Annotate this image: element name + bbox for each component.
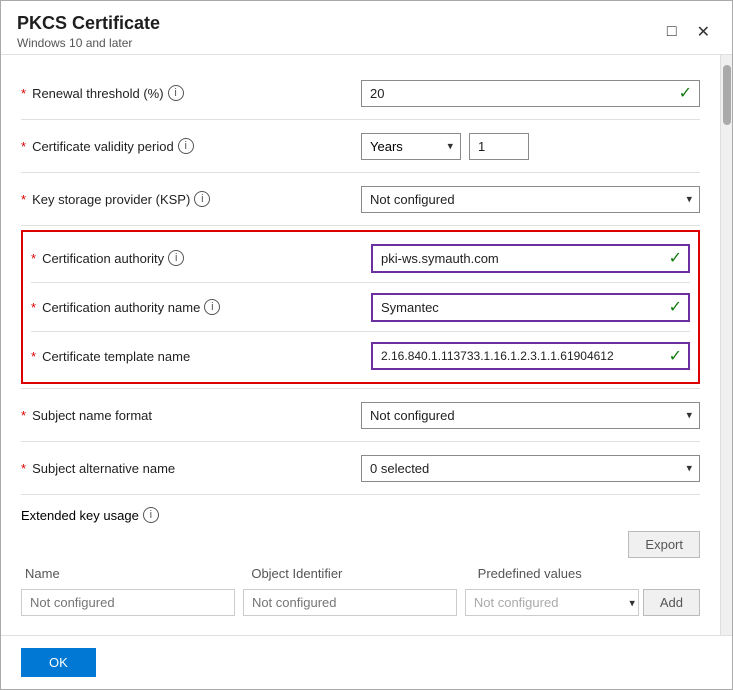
predefined-select-wrapper: Not configured ▾ [465, 589, 639, 616]
validity-value-input[interactable] [469, 133, 529, 160]
renewal-threshold-input-wrapper: ✓ [361, 80, 700, 107]
name-input[interactable] [21, 589, 235, 616]
validity-period-control: Years Months Days ▾ [361, 133, 700, 160]
renewal-threshold-label: * Renewal threshold (%) i [21, 85, 361, 101]
minimize-button[interactable]: □ [661, 21, 683, 43]
dialog-title: PKCS Certificate [17, 13, 160, 34]
extended-key-header: Extended key usage i [21, 503, 700, 527]
export-row: Export [21, 527, 700, 562]
subject-name-control: Not configured ▾ [361, 402, 700, 429]
scrollbar-thumb[interactable] [723, 65, 731, 125]
validity-unit-select[interactable]: Years Months Days [361, 133, 461, 160]
title-bar-left: PKCS Certificate Windows 10 and later [17, 13, 160, 50]
required-star: * [21, 86, 26, 101]
required-star2: * [21, 139, 26, 154]
cert-authority-control: ✓ [371, 244, 690, 273]
subject-name-row: * Subject name format Not configured ▾ [21, 393, 700, 437]
ksp-info-icon[interactable]: i [194, 191, 210, 207]
extended-key-info-icon[interactable]: i [143, 507, 159, 523]
subject-alt-select-wrapper: 0 selected ▾ [361, 455, 700, 482]
ksp-select[interactable]: Not configured [361, 186, 700, 213]
table-input-row: Not configured ▾ Add [21, 585, 700, 620]
subject-alt-select[interactable]: 0 selected [361, 455, 700, 482]
subject-alt-row: * Subject alternative name 0 selected ▾ [21, 446, 700, 490]
cert-template-input[interactable] [371, 342, 690, 370]
pkcs-certificate-dialog: PKCS Certificate Windows 10 and later □ … [0, 0, 733, 690]
validity-unit-wrapper: Years Months Days ▾ [361, 133, 461, 160]
ok-button[interactable]: OK [21, 648, 96, 677]
cert-authority-name-row: * Certification authority name i ✓ [31, 287, 690, 327]
ksp-label: * Key storage provider (KSP) i [21, 191, 361, 207]
cert-template-row: * Certificate template name ✓ [31, 336, 690, 376]
title-bar-controls: □ ✕ [661, 20, 716, 44]
required-star8: * [21, 461, 26, 476]
validity-period-row: * Certificate validity period i Years Mo… [21, 124, 700, 168]
object-id-input[interactable] [243, 589, 457, 616]
predefined-wrapper: Not configured ▾ Add [465, 589, 700, 616]
close-button[interactable]: ✕ [691, 20, 716, 44]
form-area: * Renewal threshold (%) i ✓ [21, 71, 700, 624]
renewal-threshold-row: * Renewal threshold (%) i ✓ [21, 71, 700, 115]
ksp-control: Not configured ▾ [361, 186, 700, 213]
validity-row: Years Months Days ▾ [361, 133, 700, 160]
cert-authority-row: * Certification authority i ✓ [31, 238, 690, 278]
cert-authority-name-control: ✓ [371, 293, 690, 322]
export-button[interactable]: Export [628, 531, 700, 558]
form-content: * Renewal threshold (%) i ✓ [1, 55, 720, 635]
cert-authority-name-label: * Certification authority name i [31, 299, 371, 315]
renewal-threshold-input[interactable] [361, 80, 700, 107]
cert-authority-checkmark: ✓ [669, 248, 682, 268]
subject-name-select-wrapper: Not configured ▾ [361, 402, 700, 429]
cert-authority-name-checkmark: ✓ [669, 297, 682, 317]
required-star3: * [21, 192, 26, 207]
required-star6: * [31, 349, 36, 364]
validity-info-icon[interactable]: i [178, 138, 194, 154]
predefined-col-header: Predefined values [474, 566, 700, 581]
cert-authority-input-wrapper: ✓ [371, 244, 690, 273]
required-star7: * [21, 408, 26, 423]
renewal-info-icon[interactable]: i [168, 85, 184, 101]
add-button[interactable]: Add [643, 589, 700, 616]
cert-template-input-wrapper: ✓ [371, 342, 690, 370]
object-id-col-header: Object Identifier [247, 566, 473, 581]
cert-authority-input[interactable] [371, 244, 690, 273]
scrollbar[interactable] [720, 55, 732, 635]
table-header: Name Object Identifier Predefined values [21, 562, 700, 585]
name-col-header: Name [21, 566, 247, 581]
cert-authority-name-input[interactable] [371, 293, 690, 322]
required-star5: * [31, 300, 36, 315]
cert-authority-label: * Certification authority i [31, 250, 371, 266]
ksp-row: * Key storage provider (KSP) i Not confi… [21, 177, 700, 221]
subject-name-label: * Subject name format [21, 408, 361, 423]
cert-authority-name-input-wrapper: ✓ [371, 293, 690, 322]
cert-template-control: ✓ [371, 342, 690, 370]
title-bar: PKCS Certificate Windows 10 and later □ … [1, 1, 732, 55]
subject-alt-label: * Subject alternative name [21, 461, 361, 476]
cert-template-label: * Certificate template name [31, 349, 371, 364]
required-star4: * [31, 251, 36, 266]
subject-alt-control: 0 selected ▾ [361, 455, 700, 482]
extended-key-section: Extended key usage i Export Name Object … [21, 499, 700, 624]
subject-name-select[interactable]: Not configured [361, 402, 700, 429]
validity-period-label: * Certificate validity period i [21, 138, 361, 154]
cert-authority-info-icon[interactable]: i [168, 250, 184, 266]
predefined-select[interactable]: Not configured [465, 589, 639, 616]
renewal-threshold-checkmark: ✓ [679, 83, 692, 103]
cert-authority-name-info-icon[interactable]: i [204, 299, 220, 315]
ksp-select-wrapper: Not configured ▾ [361, 186, 700, 213]
highlighted-section: * Certification authority i ✓ [21, 230, 700, 384]
renewal-threshold-control: ✓ [361, 80, 700, 107]
footer: OK [1, 635, 732, 689]
dialog-subtitle: Windows 10 and later [17, 36, 160, 50]
cert-template-checkmark: ✓ [669, 346, 682, 366]
